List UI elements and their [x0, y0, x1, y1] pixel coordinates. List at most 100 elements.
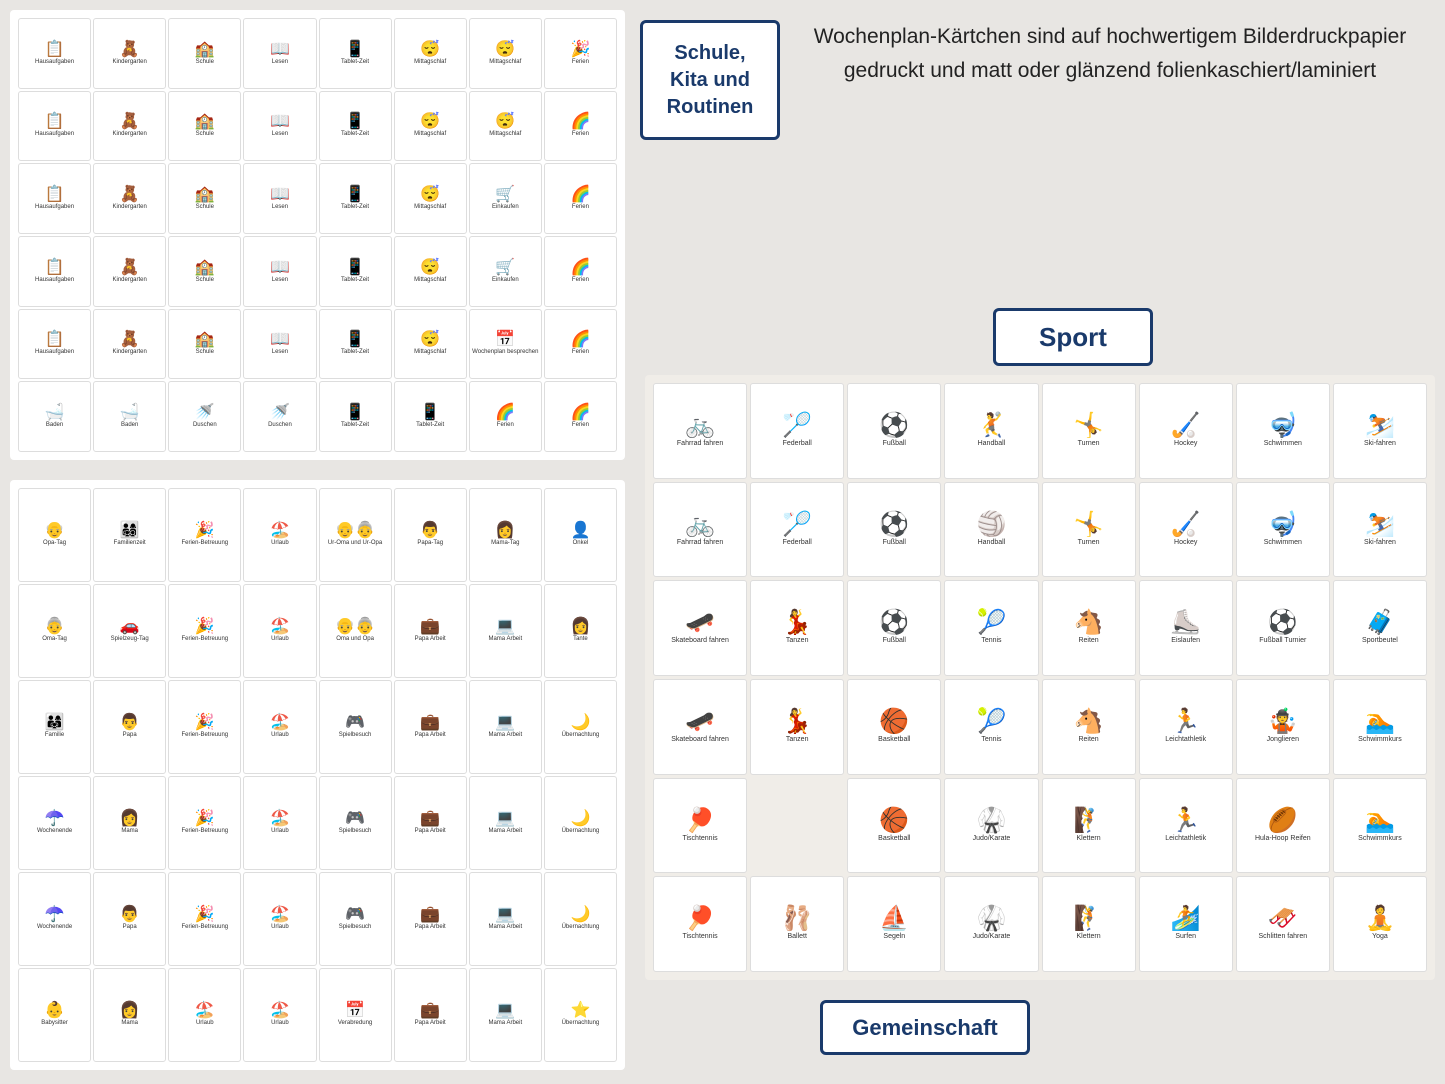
sport-card-38: 🏉Hula-Hoop Reifen	[1236, 778, 1330, 874]
schule-card-9: 🧸Kindergarten	[93, 91, 166, 162]
sport-card-29: 🏃Leichtathletik	[1139, 679, 1233, 775]
sport-card-28: 🐴Reiten	[1042, 679, 1136, 775]
schule-card-39: 🌈Ferien	[544, 309, 617, 380]
schule-card-40: 🛁Baden	[18, 381, 91, 452]
familie-card-6: 👩Mama-Tag	[469, 488, 542, 582]
schule-card-18: 🏫Schule	[168, 163, 241, 234]
sport-card-17: 💃Tanzen	[750, 580, 844, 676]
sport-card-43: 🥋Judo/Karate	[944, 876, 1038, 972]
familie-card-0: 👴Opa-Tag	[18, 488, 91, 582]
schule-card-2: 🏫Schule	[168, 18, 241, 89]
familie-card-45: 💼Papa Arbeit	[394, 968, 467, 1062]
familie-card-19: 🏖️Urlaub	[243, 680, 316, 774]
familie-card-10: 🎉Ferien-Betreuung	[168, 584, 241, 678]
gemeinschaft-label: Gemeinschaft	[852, 1015, 998, 1041]
sport-card-41: 🩰Ballett	[750, 876, 844, 972]
schule-card-21: 😴Mittagschlaf	[394, 163, 467, 234]
sport-card-45: 🏄Surfen	[1139, 876, 1233, 972]
familie-card-47: ⭐Übernachtung	[544, 968, 617, 1062]
familie-card-21: 💼Papa Arbeit	[394, 680, 467, 774]
schule-card-3: 📖Lesen	[243, 18, 316, 89]
sport-card-44: 🧗Klettern	[1042, 876, 1136, 972]
sport-card-7: ⛷️Ski-fahren	[1333, 383, 1427, 479]
schule-card-10: 🏫Schule	[168, 91, 241, 162]
schule-card-41: 🛁Baden	[93, 381, 166, 452]
sport-card-47: 🧘Yoga	[1333, 876, 1427, 972]
sport-card-21: ⛸️Eislaufen	[1139, 580, 1233, 676]
schule-card-16: 📋Hausaufgaben	[18, 163, 91, 234]
schule-card-19: 📖Lesen	[243, 163, 316, 234]
sport-card-15: ⛷️Ski-fahren	[1333, 482, 1427, 578]
familie-card-24: ☂️Wochenende	[18, 776, 91, 870]
schule-card-36: 📱Tablet-Zeit	[319, 309, 392, 380]
familie-card-39: 🌙Übernachtung	[544, 872, 617, 966]
sport-card-1: 🏸Federball	[750, 383, 844, 479]
schule-card-20: 📱Tablet-Zeit	[319, 163, 392, 234]
sport-card-0: 🚲Fahrrad fahren	[653, 383, 747, 479]
familie-card-11: 🏖️Urlaub	[243, 584, 316, 678]
sport-label-box: Sport	[993, 308, 1153, 366]
sport-card-37: 🏃Leichtathletik	[1139, 778, 1233, 874]
sport-card-3: 🤾Handball	[944, 383, 1038, 479]
familie-card-26: 🎉Ferien-Betreuung	[168, 776, 241, 870]
familie-card-5: 👨Papa-Tag	[394, 488, 467, 582]
schule-card-12: 📱Tablet-Zeit	[319, 91, 392, 162]
familie-card-30: 💻Mama Arbeit	[469, 776, 542, 870]
schule-card-32: 📋Hausaufgaben	[18, 309, 91, 380]
schule-kita-box: Schule,Kita undRoutinen	[640, 20, 780, 140]
familie-card-22: 💻Mama Arbeit	[469, 680, 542, 774]
familie-card-18: 🎉Ferien-Betreuung	[168, 680, 241, 774]
familie-card-40: 👶Babysitter	[18, 968, 91, 1062]
sport-card-30: 🤹Jonglieren	[1236, 679, 1330, 775]
familie-card-15: 👩Tante	[544, 584, 617, 678]
familie-card-9: 🚗Spielzeug-Tag	[93, 584, 166, 678]
familie-card-23: 🌙Übernachtung	[544, 680, 617, 774]
schule-card-46: 🌈Ferien	[469, 381, 542, 452]
schule-card-35: 📖Lesen	[243, 309, 316, 380]
familie-card-12: 👴👵Oma und Opa	[319, 584, 392, 678]
sport-card-39: 🏊Schwimmkurs	[1333, 778, 1427, 874]
schule-card-1: 🧸Kindergarten	[93, 18, 166, 89]
sport-card-2: ⚽Fußball	[847, 383, 941, 479]
sport-card-6: 🤿Schwimmen	[1236, 383, 1330, 479]
familie-card-17: 👨Papa	[93, 680, 166, 774]
familie-card-25: 👩Mama	[93, 776, 166, 870]
familie-card-27: 🏖️Urlaub	[243, 776, 316, 870]
schule-card-17: 🧸Kindergarten	[93, 163, 166, 234]
gemeinschaft-box: Gemeinschaft	[820, 1000, 1030, 1055]
familie-card-31: 🌙Übernachtung	[544, 776, 617, 870]
schule-card-5: 😴Mittagschlaf	[394, 18, 467, 89]
familie-card-16: 👨‍👩‍👧Familie	[18, 680, 91, 774]
sport-card-32: 🏓Tischtennis	[653, 778, 747, 874]
sport-card-27: 🎾Tennis	[944, 679, 1038, 775]
familie-card-14: 💻Mama Arbeit	[469, 584, 542, 678]
familie-card-44: 📅Verabredung	[319, 968, 392, 1062]
sport-card-31: 🏊Schwimmkurs	[1333, 679, 1427, 775]
schule-card-8: 📋Hausaufgaben	[18, 91, 91, 162]
panel-familie: 👴Opa-Tag👨‍👩‍👧‍👦Familienzeit🎉Ferien-Betre…	[10, 480, 625, 1070]
schule-card-27: 📖Lesen	[243, 236, 316, 307]
schule-card-4: 📱Tablet-Zeit	[319, 18, 392, 89]
sport-card-19: 🎾Tennis	[944, 580, 1038, 676]
familie-card-36: 🎮Spielbesuch	[319, 872, 392, 966]
sport-card-18: ⚽Fußball	[847, 580, 941, 676]
schule-card-33: 🧸Kindergarten	[93, 309, 166, 380]
schule-card-44: 📱Tablet-Zeit	[319, 381, 392, 452]
familie-card-34: 🎉Ferien-Betreuung	[168, 872, 241, 966]
panel-sport: 🚲Fahrrad fahren🏸Federball⚽Fußball🤾Handba…	[645, 375, 1435, 980]
sport-card-34: 🏀Basketball	[847, 778, 941, 874]
schule-card-23: 🌈Ferien	[544, 163, 617, 234]
sport-card-35: 🥋Judo/Karate	[944, 778, 1038, 874]
familie-card-46: 💻Mama Arbeit	[469, 968, 542, 1062]
sport-label: Sport	[1039, 322, 1107, 353]
familie-card-38: 💻Mama Arbeit	[469, 872, 542, 966]
familie-card-1: 👨‍👩‍👧‍👦Familienzeit	[93, 488, 166, 582]
schule-card-6: 😴Mittagschlaf	[469, 18, 542, 89]
familie-card-35: 🏖️Urlaub	[243, 872, 316, 966]
familie-card-28: 🎮Spielbesuch	[319, 776, 392, 870]
sport-card-24: 🛹Skateboard fahren	[653, 679, 747, 775]
sport-card-12: 🤸Turnen	[1042, 482, 1136, 578]
sport-card-33	[750, 778, 844, 874]
sport-card-14: 🤿Schwimmen	[1236, 482, 1330, 578]
familie-card-32: ☂️Wochenende	[18, 872, 91, 966]
